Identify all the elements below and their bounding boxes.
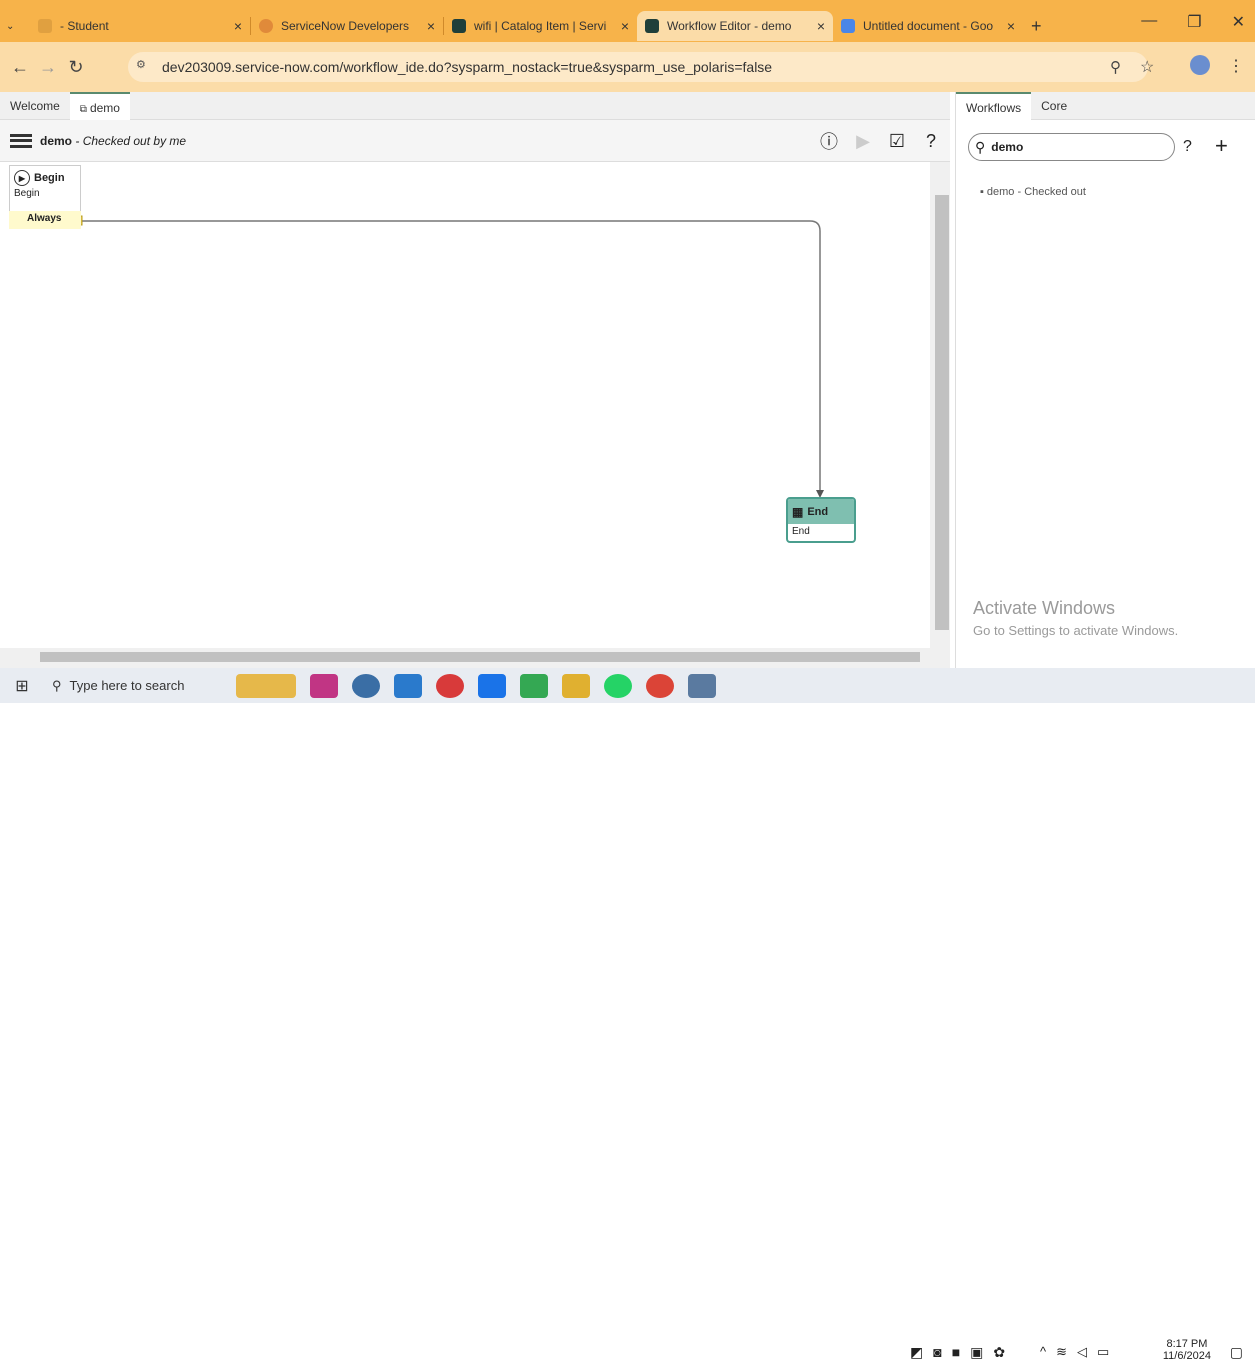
tab-student[interactable]: - Student × [30,11,250,41]
wps-office-icon[interactable] [436,673,464,698]
settings-icon[interactable]: ✿ [993,1344,1005,1361]
run-icon[interactable]: ▶ [852,130,874,152]
play-store-icon[interactable] [520,673,548,698]
info-icon[interactable]: ⓘ [818,130,840,152]
site-info-icon[interactable]: ⚙ [136,58,156,76]
tab-workflows[interactable]: Workflows [956,92,1032,120]
new-tab-button[interactable]: + [1023,11,1053,41]
close-icon[interactable]: × [1007,18,1015,34]
notification-icon[interactable]: ▢ [1230,1344,1243,1361]
google-docs-icon [841,19,855,33]
address-input[interactable]: dev203009.service-now.com/workflow_ide.d… [128,52,1148,82]
page-icon [38,19,52,33]
tab-servicenow-developers[interactable]: ServiceNow Developers × [251,11,443,41]
tab-welcome[interactable]: Welcome [0,92,70,120]
workflow-result-item[interactable]: ▪ demo - Checked out [980,186,1086,198]
servicenow-icon [452,19,466,33]
palette-panel: Workflows Core [955,92,1255,668]
menu-dots-icon[interactable]: ⋮ [1228,56,1244,76]
help-icon[interactable]: ? [920,130,942,152]
workflow-icon: ▪ [980,186,984,198]
menu-hamburger-icon[interactable] [10,133,32,148]
battery-icon[interactable]: ▭ [1097,1344,1109,1360]
tab-untitled-document[interactable]: Untitled document - Goo × [833,11,1023,41]
tab-wifi-catalog-item[interactable]: wifi | Catalog Item | Servi × [444,11,637,41]
chrome-icon[interactable] [646,673,674,698]
reload-icon[interactable]: ↻ [62,57,90,78]
transition-lines [73,215,824,498]
workflow-search-input[interactable]: ⚲ demo [968,133,1175,161]
camera-icon[interactable]: ◙ [933,1344,941,1361]
taskbar-clock[interactable]: 8:17 PM 11/6/2024 [1163,1338,1211,1362]
instagram-icon[interactable] [310,673,338,698]
file-explorer-icon[interactable] [562,673,590,698]
tray-app-icon[interactable]: ◩ [910,1344,923,1361]
tab-core[interactable]: Core [1031,92,1077,120]
profile-avatar[interactable] [1190,55,1210,75]
chevron-up-icon[interactable]: ^ [1040,1344,1046,1360]
search-icon: ⚲ [975,138,986,155]
app-store-icon[interactable] [352,673,380,698]
tab-demo[interactable]: ⧉ demo [69,92,130,120]
restore-icon[interactable]: ❐ [1187,12,1201,32]
search-icon: ⚲ [52,677,62,693]
end-activity[interactable]: ▦ End End [786,497,856,543]
whatsapp-icon[interactable] [604,673,632,698]
tab-workflow-editor[interactable]: Workflow Editor - demo × [637,11,833,41]
play-icon: ▶ [14,170,30,186]
windows-start-icon[interactable]: ⊞ [0,676,44,696]
minimize-icon[interactable]: — [1141,12,1157,32]
close-icon[interactable]: × [234,18,242,34]
workflow-canvas[interactable] [0,162,930,648]
window-icon[interactable]: ▣ [970,1344,983,1361]
checkered-flag-icon: ▦ [792,504,804,519]
windows-taskbar: ⊞ ⚲ Type here to search ◩ ◙ ■ ▣ ✿ ^ ≋ ◁ ▭… [0,668,1255,1362]
horizontal-scroll-thumb[interactable] [40,652,920,662]
forward-arrow-icon[interactable]: → [34,57,62,78]
chevron-down-icon: ⌄ [6,20,15,32]
wifi-icon[interactable]: ≋ [1056,1344,1067,1360]
editor-toolbar: demo - Checked out by me ⓘ ▶ ☑ ? [0,120,950,162]
servicenow-icon [259,19,273,33]
editor-tabs: Welcome ⧉ demo [0,92,950,120]
help-icon[interactable]: ? [1183,138,1192,156]
close-icon[interactable]: × [817,18,825,34]
video-icon[interactable]: ■ [952,1344,960,1361]
taskbar-search[interactable]: ⚲ Type here to search [44,668,229,703]
news-widget-icon[interactable] [236,673,296,698]
back-arrow-icon[interactable]: ← [6,57,34,78]
workflow-title: demo - Checked out by me [40,133,187,148]
tab-list-button[interactable]: ⌄ [0,11,30,41]
vscode-icon[interactable] [394,673,422,698]
volume-icon[interactable]: ◁ [1077,1344,1087,1360]
vertical-scroll-thumb[interactable] [935,195,949,630]
bookmark-star-icon[interactable]: ☆ [1140,57,1154,77]
mail-icon[interactable] [478,673,506,698]
close-icon[interactable]: × [621,18,629,34]
workflow-icon: ⧉ [79,104,87,115]
servicenow-icon [645,19,659,33]
validate-checkbox-icon[interactable]: ☑ [886,130,908,152]
browser-tab-strip: ⌄ - Student × ServiceNow Developers × wi… [0,0,1255,42]
activate-windows-watermark: Activate Windows Go to Settings to activ… [973,598,1179,638]
close-window-icon[interactable]: ✕ [1232,12,1245,32]
always-condition[interactable]: Always [9,211,81,229]
add-icon[interactable]: + [1215,133,1228,159]
zoom-icon[interactable]: ⚲ [1110,58,1121,76]
app-icon[interactable] [688,673,716,698]
close-icon[interactable]: × [427,18,435,34]
